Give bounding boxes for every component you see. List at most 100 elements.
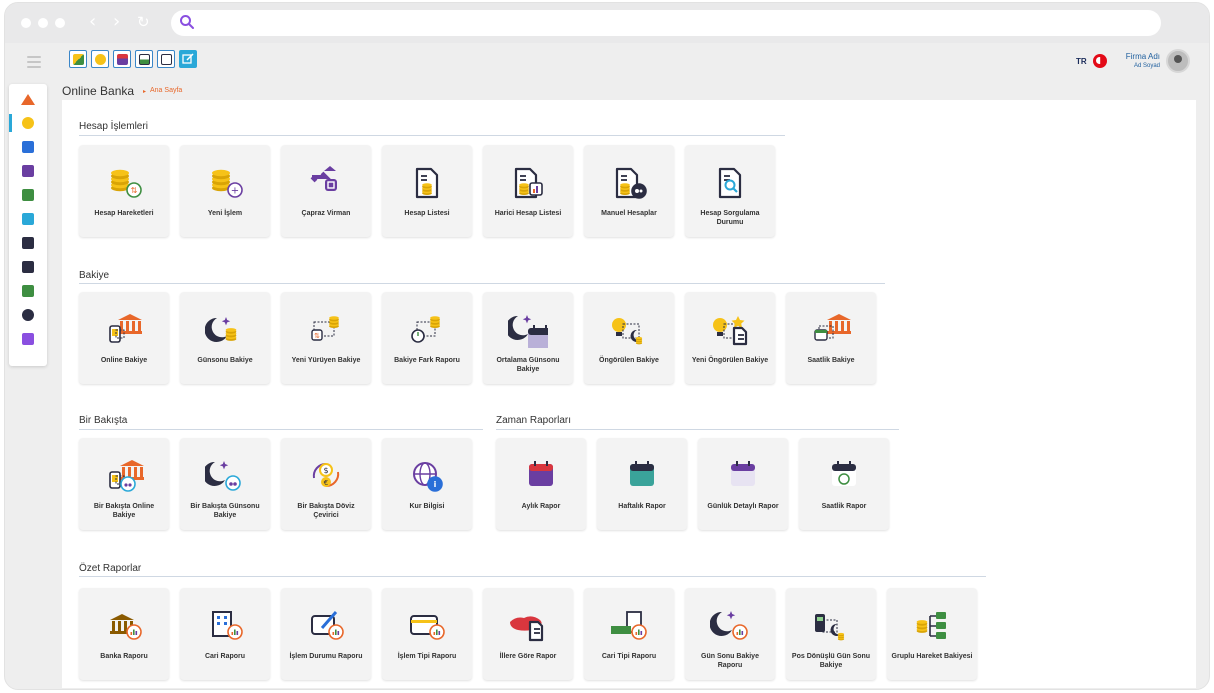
main-content: Hesap İşlemleri Bakiye Bir Bakışta Zaman…	[62, 100, 1196, 688]
sidebar-item-4[interactable]	[9, 184, 47, 206]
tile-birbakista-1[interactable]: Bir Bakışta Günsonu Bakiye	[180, 438, 270, 530]
tile-hesap-5[interactable]: Manuel Hesaplar	[584, 145, 674, 237]
tile-zaman-1[interactable]: Haftalık Rapor	[597, 438, 687, 530]
building-report-icon	[212, 611, 243, 640]
tile-hesap-2[interactable]: Çapraz Virman	[281, 145, 371, 237]
tile-ozet-2[interactable]: İşlem Durumu Raporu	[281, 588, 371, 680]
sidebar-item-5[interactable]	[9, 208, 47, 230]
app-header: TR Firma Adı Ad Soyad	[5, 47, 1209, 77]
tile-bakiye-4[interactable]: Ortalama Günsonu Bakiye	[483, 292, 573, 384]
tile-label: Harici Hesap Listesi	[494, 210, 562, 217]
bank-clock-icon	[814, 314, 851, 341]
battery-icon	[22, 189, 34, 201]
user-name: Ad Soyad	[1133, 63, 1160, 69]
tile-birbakista-3[interactable]: i Kur Bilgisi	[382, 438, 472, 530]
tile-bakiye-3[interactable]: Bakiye Fark Raporu	[382, 292, 472, 384]
clock-coins-icon	[411, 316, 440, 343]
language-code[interactable]: TR	[1076, 57, 1087, 66]
tile-ozet-0[interactable]: Banka Raporu	[79, 588, 169, 680]
breadcrumb[interactable]: Ana Sayfa	[150, 87, 182, 94]
quick-edit-button[interactable]	[179, 50, 197, 68]
doc-gear-icon	[615, 167, 647, 199]
tile-birbakista-2[interactable]: $ € Bir Bakışta Döviz Çevirici	[281, 438, 371, 530]
tile-zaman-3[interactable]: Saatlik Rapor	[799, 438, 889, 530]
tile-ozet-1[interactable]: Cari Raporu	[180, 588, 270, 680]
tile-label: Gruplu Hareket Bakiyesi	[891, 653, 973, 660]
document-search-icon	[160, 53, 172, 65]
svg-text:i: i	[434, 480, 437, 489]
tile-label: Saatlik Bakiye	[807, 357, 855, 364]
sidebar-item-8[interactable]	[9, 280, 47, 302]
building-icon	[22, 237, 34, 249]
tile-ozet-5[interactable]: Cari Tipi Raporu	[584, 588, 674, 680]
tile-label: Yeni İşlem	[207, 210, 243, 217]
tile-label: Gün Sonu Bakiye Raporu	[701, 653, 759, 669]
svg-text:+: +	[231, 186, 239, 197]
tile-zaman-0[interactable]: Aylık Rapor	[496, 438, 586, 530]
tile-hesap-6[interactable]: Hesap Sorgulama Durumu	[685, 145, 775, 237]
tile-hesap-3[interactable]: Hesap Listesi	[382, 145, 472, 237]
tile-ozet-6[interactable]: Gün Sonu Bakiye Raporu	[685, 588, 775, 680]
back-icon[interactable]: ‹	[89, 12, 96, 32]
sidebar-item-9[interactable]	[9, 304, 47, 326]
sidebar-item-7[interactable]	[9, 256, 47, 278]
tile-label: Öngörülen Bakiye	[599, 357, 659, 364]
section-title-zaman: Zaman Raporları	[496, 415, 572, 426]
bulb-star-icon	[713, 316, 748, 346]
window-minimize-dot[interactable]	[38, 18, 48, 28]
tile-birbakista-0[interactable]: Bir Bakışta Online Bakiye	[79, 438, 169, 530]
moon-report-icon	[710, 611, 748, 640]
window-close-dot[interactable]	[21, 18, 31, 28]
reload-icon[interactable]: ↻	[137, 12, 150, 32]
sidebar-item-3[interactable]	[9, 160, 47, 182]
address-bar[interactable]	[171, 10, 1161, 36]
tile-ozet-8[interactable]: Gruplu Hareket Bakiyesi	[887, 588, 977, 680]
tile-bakiye-7[interactable]: Saatlik Bakiye	[786, 292, 876, 384]
quick-import-button[interactable]	[69, 50, 87, 68]
tile-ozet-7[interactable]: Pos Dönüşlü Gün Sonu Bakiye	[786, 588, 876, 680]
tile-label: Haftalık Rapor	[618, 503, 666, 510]
tile-bakiye-2[interactable]: ⇅ Yeni Yürüyen Bakiye	[281, 292, 371, 384]
moon-calendar-icon	[508, 315, 548, 348]
svg-text:$: $	[323, 466, 328, 475]
firm-name: Firma Adı	[1125, 52, 1160, 61]
tile-zaman-2[interactable]: Günlük Detaylı Rapor	[698, 438, 788, 530]
tile-hesap-4[interactable]: Harici Hesap Listesi	[483, 145, 573, 237]
quick-image-report-button[interactable]	[135, 50, 153, 68]
tile-ozet-4[interactable]: İllere Göre Rapor	[483, 588, 573, 680]
bank-binoculars-icon	[109, 460, 144, 492]
tile-bakiye-0[interactable]: Online Bakiye	[79, 292, 169, 384]
tile-bakiye-6[interactable]: Yeni Öngörülen Bakiye	[685, 292, 775, 384]
tile-label: Çapraz Virman	[301, 210, 351, 217]
moon-binoculars-icon	[205, 461, 241, 491]
tile-hesap-1[interactable]: + Yeni İşlem	[180, 145, 270, 237]
tile-bakiye-5[interactable]: Öngörülen Bakiye	[584, 292, 674, 384]
tile-hesap-0[interactable]: ⇅ Hesap Hareketleri	[79, 145, 169, 237]
sidebar-item-2[interactable]	[9, 136, 47, 158]
tile-label: İllere Göre Rapor	[499, 653, 557, 660]
sidebar-item-0[interactable]	[9, 88, 47, 110]
sidebar-item-1[interactable]	[9, 112, 47, 134]
sidebar-item-6[interactable]	[9, 232, 47, 254]
card-report-icon	[410, 615, 445, 640]
tile-label: Bir Bakışta Online Bakiye	[93, 503, 155, 519]
globe-info-icon: i	[413, 462, 443, 492]
tile-label: Ortalama Günsonu Bakiye	[496, 357, 560, 373]
section-divider	[79, 429, 483, 430]
tile-ozet-3[interactable]: İşlem Tipi Raporu	[382, 588, 472, 680]
search-icon	[180, 15, 194, 29]
quick-document-search-button[interactable]	[157, 50, 175, 68]
quick-transfer-button[interactable]	[91, 50, 109, 68]
sidebar-item-10[interactable]	[9, 328, 47, 350]
menu-icon[interactable]	[27, 56, 41, 68]
bank-report-icon	[110, 614, 142, 640]
quick-calendar-button[interactable]	[113, 50, 131, 68]
section-title-ozet: Özet Raporlar	[79, 563, 142, 574]
window-maximize-dot[interactable]	[55, 18, 65, 28]
tile-bakiye-1[interactable]: Günsonu Bakiye	[180, 292, 270, 384]
avatar[interactable]	[1166, 49, 1190, 73]
forward-icon[interactable]: ›	[113, 12, 120, 32]
turkey-flag-icon[interactable]	[1093, 54, 1107, 68]
swap-icon	[310, 166, 337, 191]
tile-label: Kur Bilgisi	[409, 503, 445, 510]
